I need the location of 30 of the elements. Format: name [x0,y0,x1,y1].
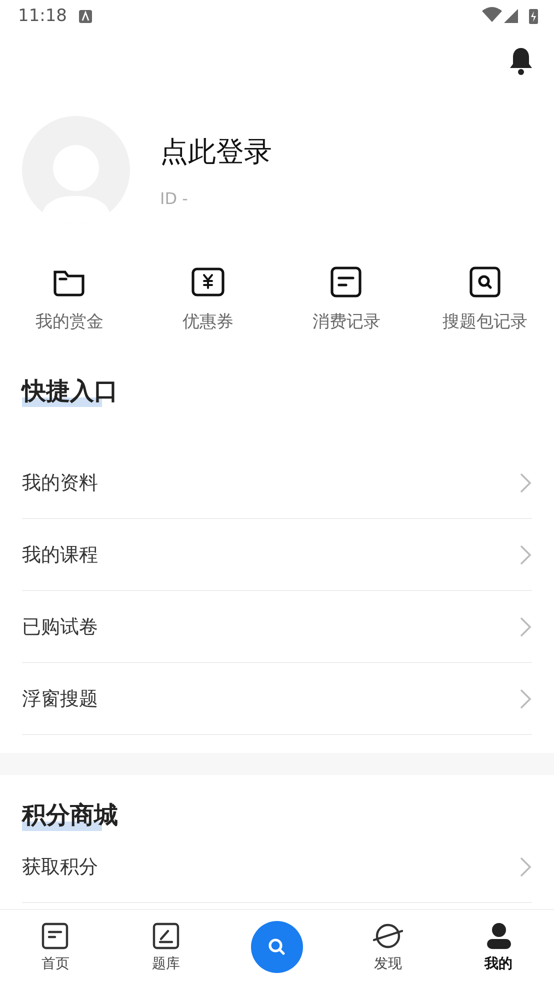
shortcut-button[interactable]: 我的赏金 [0,260,138,337]
bell-icon[interactable] [508,47,534,75]
chevron-right-icon [518,856,532,878]
chevron-right-icon [518,544,532,566]
status-time: 11:18 [18,6,67,26]
shortcut-button[interactable]: 优惠券 [138,260,277,337]
search-icon [266,937,287,957]
nav-tab[interactable]: 发现 [332,910,444,984]
document-icon [328,264,364,300]
nav-tab[interactable]: 我的 [443,910,554,984]
notification-icon [79,10,92,22]
menu-item[interactable]: 我的资料 [22,447,532,519]
search-icon [466,264,503,300]
chevron-right-icon [518,688,532,710]
menu-item[interactable]: 浮窗搜题 [22,663,532,735]
menu-item[interactable]: 已购试卷 [22,591,532,663]
planet-icon [372,921,403,951]
menu-item[interactable]: 我的课程 [22,519,532,591]
user-id: ID - [160,188,189,208]
shortcut-button[interactable]: 搜题包记录 [416,260,554,337]
document-icon [40,921,70,951]
chevron-right-icon [518,616,532,638]
nav-tab[interactable]: 题库 [110,910,222,984]
menu-item[interactable]: 获取积分 [22,831,532,903]
login-prompt[interactable]: 点此登录 [160,132,272,170]
status-icons-drawing [482,7,540,25]
chevron-right-icon [518,472,532,494]
shortcut-button[interactable]: 消费记录 [277,260,416,337]
nav-tab[interactable]: 首页 [0,910,111,984]
edit-icon [151,921,182,951]
